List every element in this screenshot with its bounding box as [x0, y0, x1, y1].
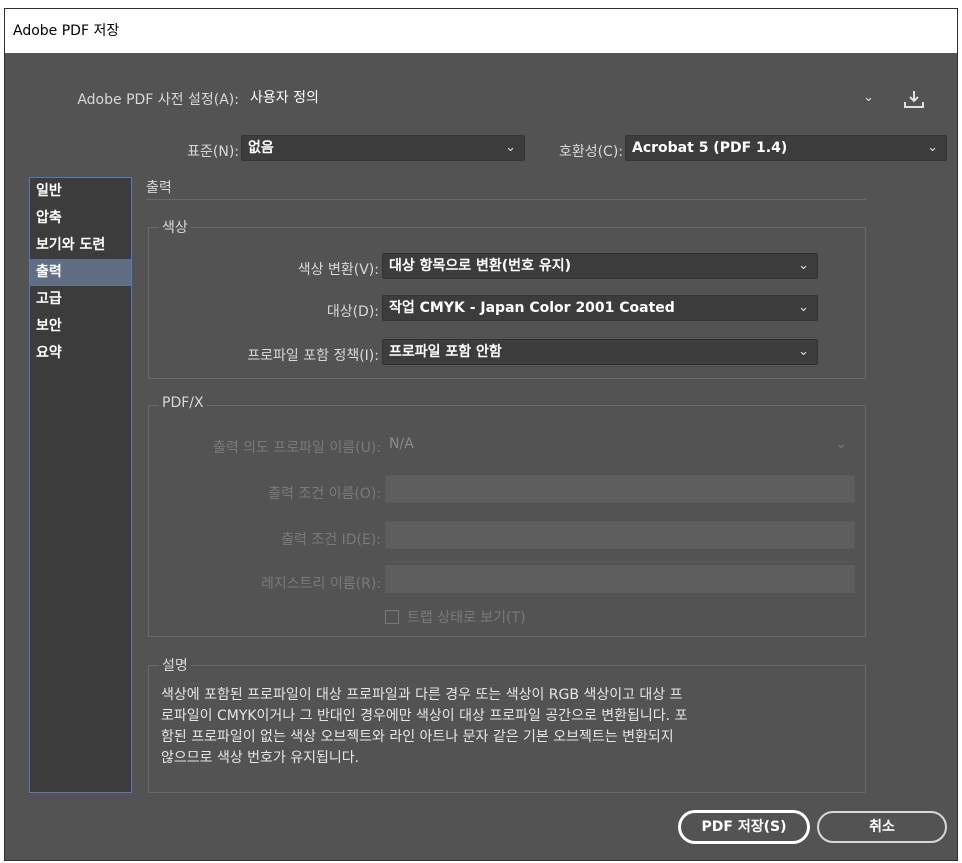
profile-policy-label: 프로파일 포함 정책(I):: [247, 348, 379, 364]
pdf-save-dialog: Adobe PDF 저장 Adobe PDF 사전 설정(A): 사용자 정의 …: [4, 8, 958, 861]
condition-id-field[interactable]: [385, 521, 855, 549]
chevron-down-icon: ⌄: [505, 140, 516, 155]
sidebar-item-general[interactable]: 일반: [30, 178, 131, 205]
sidebar-item-advanced[interactable]: 고급: [30, 286, 131, 313]
description-text: 색상에 포함된 프로파일이 대상 프로파일과 다른 경우 또는 색상이 RGB …: [161, 685, 861, 769]
sidebar-item-compression[interactable]: 압축: [30, 205, 131, 232]
chevron-down-icon: ⌄: [798, 300, 809, 315]
compatibility-label: 호환성(C):: [558, 144, 623, 160]
sidebar-item-output[interactable]: 출력: [30, 259, 131, 286]
title-bar: Adobe PDF 저장: [5, 9, 957, 53]
registry-name-label: 레지스트리 이름(R):: [261, 576, 381, 592]
download-icon[interactable]: [903, 89, 925, 109]
description-line: 함된 프로파일이 없는 색상 오브젝트와 라인 아트나 문자 같은 기본 오브젝…: [161, 729, 674, 745]
condition-name-field[interactable]: [385, 475, 855, 503]
sidebar-item-marks-bleeds[interactable]: 보기와 도련: [30, 232, 131, 259]
intent-profile-label: 출력 의도 프로파일 이름(U):: [212, 440, 381, 456]
save-pdf-button[interactable]: PDF 저장(S): [679, 811, 809, 843]
color-conversion-label: 색상 변환(V):: [297, 262, 379, 278]
destination-value: 작업 CMYK - Japan Color 2001 Coated: [389, 300, 675, 316]
sidebar-item-summary[interactable]: 요약: [30, 340, 131, 367]
condition-id-label: 출력 조건 ID(E):: [281, 532, 381, 548]
category-sidebar: 일반 압축 보기와 도련 출력 고급 보안 요약: [29, 177, 132, 793]
destination-select[interactable]: 작업 CMYK - Japan Color 2001 Coated ⌄: [382, 295, 818, 321]
standard-value: 없음: [248, 140, 274, 156]
preset-value: 사용자 정의: [250, 90, 319, 106]
sidebar-item-security[interactable]: 보안: [30, 313, 131, 340]
color-conversion-select[interactable]: 대상 항목으로 변환(번호 유지) ⌄: [382, 253, 818, 279]
chevron-down-icon: ⌄: [798, 344, 809, 359]
panel-divider: [146, 199, 866, 200]
trapped-checkbox[interactable]: [385, 610, 399, 624]
chevron-down-icon: ⌄: [927, 140, 938, 155]
standard-select[interactable]: 없음 ⌄: [241, 135, 525, 161]
compatibility-select[interactable]: Acrobat 5 (PDF 1.4) ⌄: [625, 135, 947, 161]
description-group-title: 설명: [159, 655, 191, 675]
intent-profile-value: N/A: [389, 436, 414, 452]
preset-select[interactable]: 사용자 정의 ⌄: [243, 85, 883, 111]
pdfx-group-title: PDF/X: [159, 395, 207, 411]
chevron-down-icon: ⌄: [835, 436, 847, 452]
color-conversion-value: 대상 항목으로 변환(번호 유지): [389, 258, 571, 274]
trapped-label: 트랩 상태로 보기(T): [407, 610, 526, 626]
registry-name-field[interactable]: [385, 565, 855, 593]
color-group-title: 색상: [159, 217, 191, 237]
description-line: 로파일이 CMYK이거나 그 반대인 경우에만 색상이 대상 프로파일 공간으로…: [161, 708, 688, 724]
standard-label: 표준(N):: [187, 144, 239, 160]
description-line: 색상에 포함된 프로파일이 대상 프로파일과 다른 경우 또는 색상이 RGB …: [161, 687, 683, 703]
window-title: Adobe PDF 저장: [13, 23, 120, 39]
cancel-button[interactable]: 취소: [817, 811, 947, 843]
intent-profile-select[interactable]: N/A ⌄: [385, 431, 855, 457]
profile-policy-select[interactable]: 프로파일 포함 안함 ⌄: [382, 339, 818, 365]
preset-label: Adobe PDF 사전 설정(A):: [77, 92, 239, 108]
destination-label: 대상(D):: [326, 304, 379, 320]
panel-title: 출력: [146, 180, 172, 196]
chevron-down-icon: ⌄: [798, 258, 809, 273]
description-line: 않으므로 색상 번호가 유지됩니다.: [161, 750, 360, 766]
chevron-down-icon: ⌄: [863, 90, 874, 105]
compatibility-value: Acrobat 5 (PDF 1.4): [632, 140, 788, 156]
condition-name-label: 출력 조건 이름(O):: [268, 486, 381, 502]
profile-policy-value: 프로파일 포함 안함: [389, 344, 502, 360]
